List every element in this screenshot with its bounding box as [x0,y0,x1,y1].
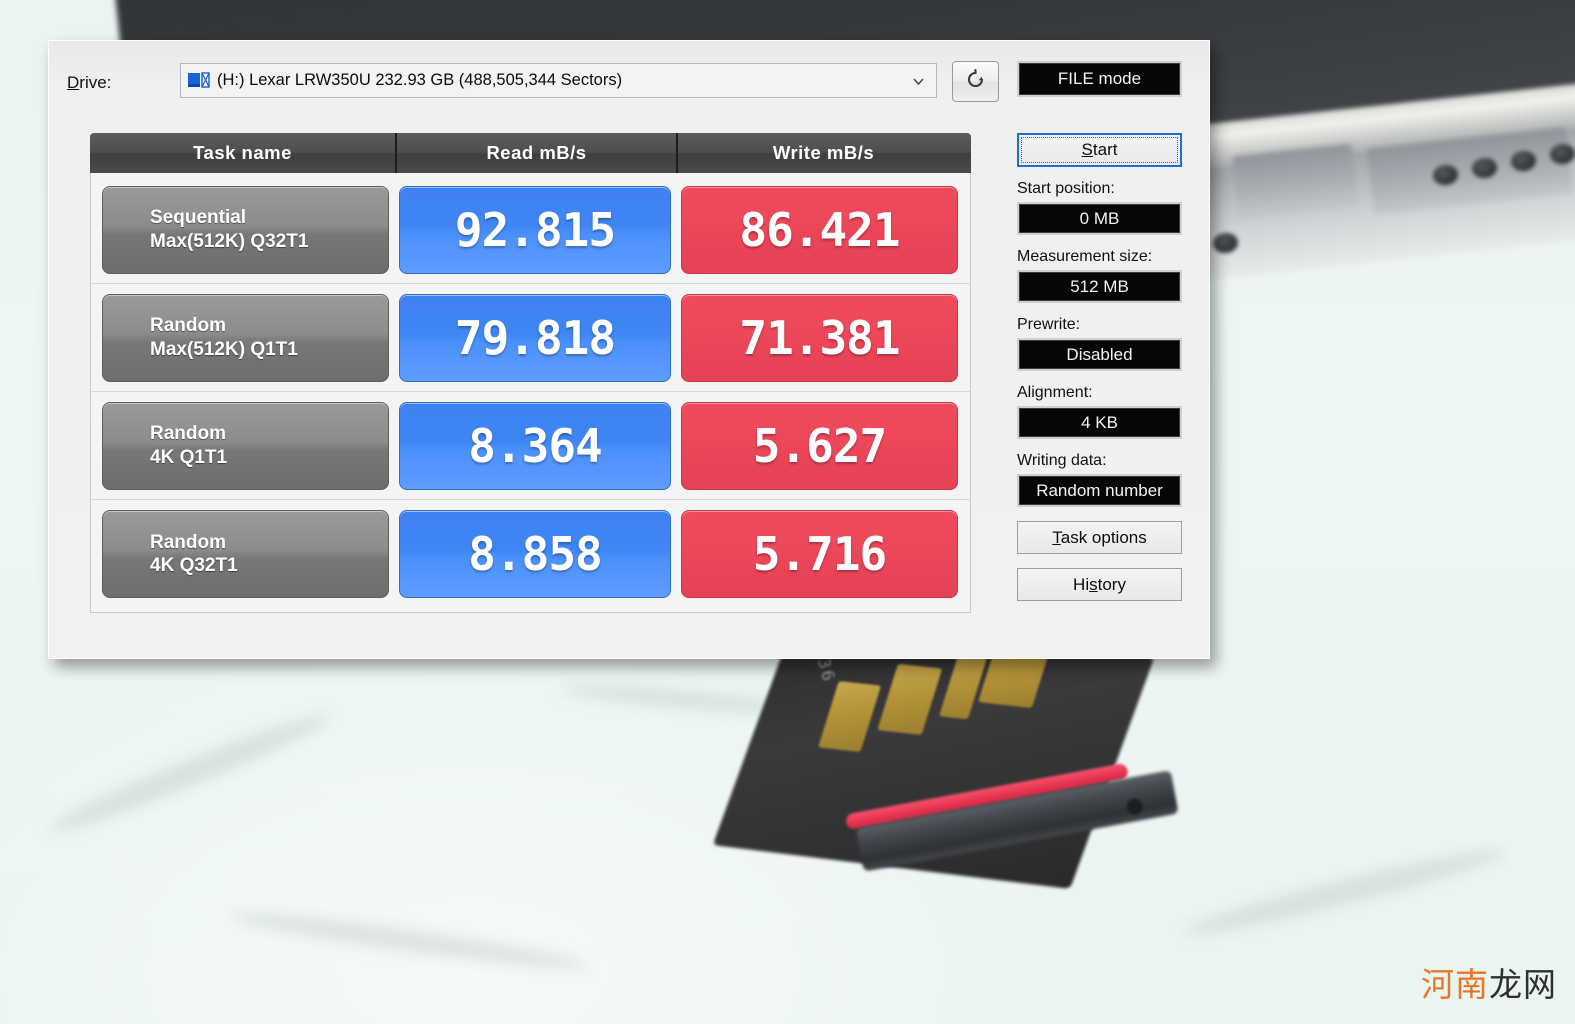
read-value: 8.858 [468,527,601,581]
task-button[interactable]: Random 4K Q1T1 [102,402,389,490]
task-options-label: Task options [1052,528,1147,548]
drive-value: (H:) Lexar LRW350U 232.93 GB (488,505,34… [217,71,622,90]
mode-label: FILE mode [1058,69,1141,89]
results-rows: Sequential Max(512K) Q32T1 92.815 86.421… [90,173,971,613]
read-value: 92.815 [455,203,615,257]
task-name-line2: 4K Q1T1 [150,446,388,469]
writing-data-text: Random number [1036,481,1163,501]
results-table: Task name Read mB/s Write mB/s Sequentia… [90,133,971,613]
settings-panel: Start Start position: 0 MB Measurement s… [1017,133,1184,601]
task-name-line1: Random [150,314,388,337]
alignment-text: 4 KB [1081,413,1118,433]
marble-vein [46,705,334,841]
task-name-line1: Sequential [150,206,388,229]
task-options-button[interactable]: Task options [1017,521,1182,554]
mode-display[interactable]: FILE mode [1017,61,1182,97]
drive-label: Drive: [67,73,111,93]
table-row: Random 4K Q32T1 8.858 5.716 [91,500,970,608]
start-position-value[interactable]: 0 MB [1017,202,1182,235]
watermark: 河南龙网 [1421,958,1557,1006]
task-button[interactable]: Sequential Max(512K) Q32T1 [102,186,389,274]
column-header-read: Read mB/s [397,133,678,173]
write-value: 71.381 [739,311,899,365]
write-value-cell[interactable]: 5.627 [681,402,958,490]
task-name-line2: Max(512K) Q1T1 [150,338,388,361]
history-label: History [1073,575,1126,595]
crystaldiskmark-window: Drive: (H:) Lexar LRW350U 232.93 GB (488… [48,40,1210,659]
task-name-line2: Max(512K) Q32T1 [150,230,388,253]
write-value-cell[interactable]: 5.716 [681,510,958,598]
task-name-line1: Random [150,422,388,445]
write-value-cell[interactable]: 86.421 [681,186,958,274]
watermark-orange: 河南 [1421,965,1489,1004]
prewrite-value[interactable]: Disabled [1017,338,1182,371]
alignment-label: Alignment: [1017,384,1184,402]
read-value-cell[interactable]: 79.818 [399,294,671,382]
table-row: Random 4K Q1T1 8.364 5.627 [91,392,970,500]
measurement-size-label: Measurement size: [1017,248,1184,266]
column-header-write: Write mB/s [678,133,969,173]
measurement-size-value[interactable]: 512 MB [1017,270,1182,303]
task-button[interactable]: Random Max(512K) Q1T1 [102,294,389,382]
drive-icon [188,72,210,89]
read-value: 8.364 [468,419,601,473]
marble-vein [230,905,590,977]
prewrite-text: Disabled [1066,345,1132,365]
task-name-line2: 4K Q32T1 [150,554,388,577]
refresh-button[interactable] [952,61,999,102]
prewrite-label: Prewrite: [1017,316,1184,334]
read-value-cell[interactable]: 8.364 [399,402,671,490]
read-value: 79.818 [455,311,615,365]
task-button[interactable]: Random 4K Q32T1 [102,510,389,598]
write-value-cell[interactable]: 71.381 [681,294,958,382]
speaker-slot [1232,144,1358,219]
drive-select[interactable]: (H:) Lexar LRW350U 232.93 GB (488,505,34… [180,63,937,98]
column-header-task-name: Task name [90,133,397,173]
start-button[interactable]: Start [1017,133,1182,167]
read-value-cell[interactable]: 92.815 [399,186,671,274]
measurement-size-text: 512 MB [1070,277,1129,297]
write-value: 5.716 [753,527,886,581]
table-row: Random Max(512K) Q1T1 79.818 71.381 [91,284,970,392]
start-position-label: Start position: [1017,180,1184,198]
table-header-row: Task name Read mB/s Write mB/s [90,133,971,173]
sim-card-tray: 01536 [728,615,1263,942]
write-value: 86.421 [739,203,899,257]
writing-data-value[interactable]: Random number [1017,474,1182,507]
history-button[interactable]: History [1017,568,1182,601]
writing-data-label: Writing data: [1017,452,1184,470]
chevron-down-icon[interactable] [912,75,925,88]
start-position-text: 0 MB [1080,209,1120,229]
start-button-label: Start [1082,140,1118,160]
task-name-line1: Random [150,531,388,554]
read-value-cell[interactable]: 8.858 [399,510,671,598]
alignment-value[interactable]: 4 KB [1017,406,1182,439]
watermark-dark: 龙网 [1489,965,1557,1004]
write-value: 5.627 [753,419,886,473]
refresh-icon [963,67,988,97]
table-row: Sequential Max(512K) Q32T1 92.815 86.421 [91,176,970,284]
